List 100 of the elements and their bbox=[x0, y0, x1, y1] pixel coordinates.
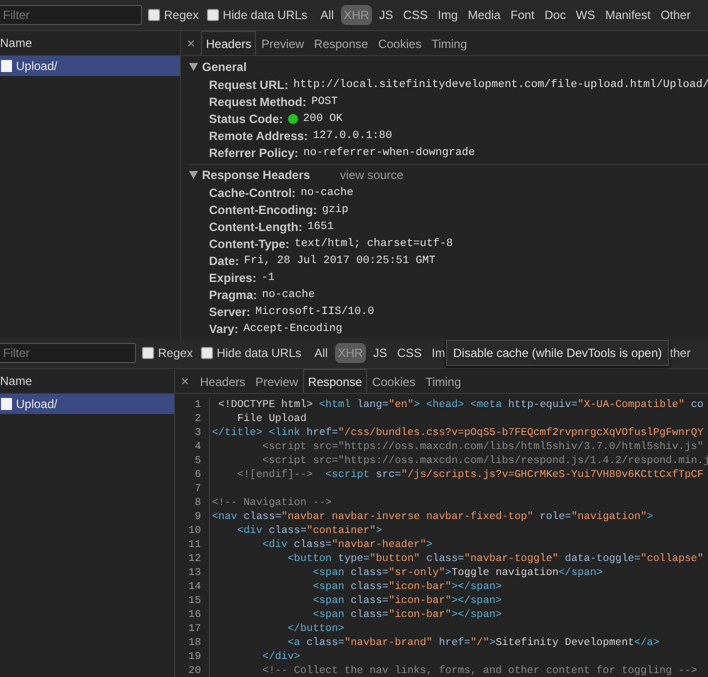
header-value: Accept-Encoding bbox=[243, 322, 342, 334]
header-name: Content-Length: bbox=[209, 220, 302, 234]
line-number: 15 bbox=[175, 594, 210, 608]
header-name: Expires: bbox=[209, 270, 256, 284]
code-line: <span class="icon-bar"></span> bbox=[312, 594, 502, 608]
header-name: Referrer Policy: bbox=[209, 146, 298, 160]
type-filter-button[interactable]: CSS bbox=[394, 343, 425, 363]
code-line: <nav class="navbar navbar-inverse navbar-fixed-top" role="navigation"> bbox=[212, 510, 654, 524]
line-number: 19 bbox=[175, 650, 210, 664]
header-value: POST bbox=[311, 96, 338, 108]
tab[interactable]: Headers bbox=[195, 369, 250, 393]
line-number: 7 bbox=[175, 482, 210, 496]
line-number: 6 bbox=[175, 468, 210, 482]
line-number: 1 bbox=[175, 398, 210, 412]
type-filter-button[interactable]: JS bbox=[370, 343, 390, 363]
header-value: 200 OK bbox=[303, 112, 343, 124]
code-line: <button type="button" class="navbar-toggle" data-toggle="collapse" bbox=[286, 552, 704, 566]
tab[interactable]: Response bbox=[309, 31, 374, 55]
expanded-triangle-icon[interactable] bbox=[189, 63, 198, 71]
type-filter-button[interactable]: All bbox=[311, 343, 331, 363]
request-row[interactable]: Upload/ bbox=[0, 56, 180, 76]
tab[interactable]: Timing bbox=[426, 31, 472, 55]
line-number: 17 bbox=[175, 622, 210, 636]
code-line: <!-- Collect the nav links, forms, and other content for toggling --> bbox=[261, 664, 698, 677]
tooltip: Disable cache (while DevTools is open) bbox=[446, 340, 669, 366]
type-filter-button[interactable]: Doc bbox=[542, 5, 569, 25]
regex-checkbox[interactable]: Regex bbox=[148, 8, 199, 22]
regex-checkbox[interactable]: Regex bbox=[142, 346, 193, 360]
code-line: <span class="sr-only">Toggle navigation</span> bbox=[312, 566, 603, 580]
line-number: 16 bbox=[175, 608, 210, 622]
hide-data-urls-checkbox[interactable]: Hide data URLs bbox=[206, 8, 308, 22]
header-name: Date: bbox=[209, 254, 240, 268]
type-filter-button[interactable]: Im bbox=[428, 343, 448, 363]
code-line: <![endif]--> <script src="/js/scripts.js?v=GHCrMKeS-Yui7VH80v6KCttCxfTpCF bbox=[236, 468, 704, 482]
filter-field[interactable]: Filter bbox=[0, 5, 142, 25]
close-button[interactable]: × bbox=[175, 369, 195, 393]
line-number: 13 bbox=[175, 566, 210, 580]
tab[interactable]: Cookies bbox=[373, 31, 426, 55]
view-source-link[interactable]: view source bbox=[340, 168, 404, 182]
tab[interactable]: Cookies bbox=[367, 369, 420, 393]
type-filter-button[interactable]: Manifest bbox=[602, 5, 654, 25]
header-value: -1 bbox=[261, 272, 275, 284]
file-icon bbox=[1, 60, 12, 72]
code-line: <span class="icon-bar"></span> bbox=[312, 580, 502, 594]
tab[interactable]: Preview bbox=[250, 369, 304, 393]
type-filter-button[interactable]: Img bbox=[434, 5, 461, 25]
type-filter-button[interactable]: ther bbox=[666, 343, 694, 363]
type-filter-button[interactable]: WS bbox=[572, 5, 598, 25]
tab[interactable]: Timing bbox=[420, 369, 466, 393]
tab[interactable]: Response bbox=[303, 369, 368, 393]
header-value: Fri, 28 Jul 2017 00:25:51 GMT bbox=[244, 254, 436, 266]
header-name: Request Method: bbox=[209, 94, 306, 108]
code-line: <span class="icon-bar"></span> bbox=[312, 608, 502, 622]
filter-field[interactable]: Filter bbox=[0, 343, 136, 363]
line-number: 9 bbox=[175, 510, 210, 524]
hide-data-urls-checkbox[interactable]: Hide data URLs bbox=[200, 346, 302, 360]
status-dot-icon bbox=[288, 114, 298, 124]
code-line: <a class="navbar-brand" href="/">Sitefinity Development</a> bbox=[286, 636, 660, 650]
header-name: Content-Encoding: bbox=[209, 202, 317, 216]
section-title[interactable]: Response Headers bbox=[202, 168, 310, 182]
line-number: 4 bbox=[175, 440, 210, 454]
header-value: no-cache bbox=[300, 186, 354, 198]
code-line: <!-- Navigation --> bbox=[212, 496, 332, 510]
header-value: 127.0.0.1:80 bbox=[312, 130, 392, 142]
line-number: 20 bbox=[175, 664, 210, 677]
header-name: Status Code: bbox=[209, 112, 284, 126]
line-number: 3 bbox=[175, 426, 210, 440]
code-line: </title> <link href="/css/bundles.css?v=pOqS5-b7FEQcmf2rvpnrgcXqVOfuslPgFwnrQY bbox=[212, 426, 704, 440]
type-filter-button[interactable]: Font bbox=[508, 5, 538, 25]
type-filter-button[interactable]: CSS bbox=[400, 5, 431, 25]
code-line: <script src="https://oss.maxcdn.com/libs/respond.js/1.4.2/respond.min.j bbox=[261, 454, 708, 468]
line-number: 2 bbox=[175, 412, 210, 426]
header-name: Cache-Control: bbox=[209, 186, 296, 200]
tab[interactable]: Headers bbox=[201, 31, 256, 55]
line-number: 10 bbox=[175, 524, 210, 538]
code-line: <div class="container"> bbox=[236, 524, 382, 538]
code-line: <div class="navbar-header"> bbox=[261, 538, 433, 552]
type-filter-button[interactable]: All bbox=[317, 5, 337, 25]
type-filter-button[interactable]: Media bbox=[464, 5, 504, 25]
line-number: 12 bbox=[175, 552, 210, 566]
header-value: no-referrer-when-downgrade bbox=[303, 146, 476, 158]
section-title[interactable]: General bbox=[202, 60, 247, 74]
type-filter-button[interactable]: Other bbox=[658, 5, 694, 25]
header-name: Vary: bbox=[209, 322, 238, 336]
header-value: text/html; charset=utf-8 bbox=[294, 238, 453, 250]
line-number: 14 bbox=[175, 580, 210, 594]
close-button[interactable]: × bbox=[181, 31, 201, 55]
header-name: Server: bbox=[209, 304, 250, 318]
type-filter-button[interactable]: JS bbox=[376, 5, 396, 25]
code-line: <script src="https://oss.maxcdn.com/libs/html5shiv/3.7.0/html5shiv.js" bbox=[261, 440, 704, 454]
tab[interactable]: Preview bbox=[256, 31, 310, 55]
expanded-triangle-icon[interactable] bbox=[189, 171, 198, 179]
header-name: Content-Type: bbox=[209, 236, 290, 250]
header-name: Remote Address: bbox=[209, 128, 308, 142]
request-row[interactable]: Upload/ bbox=[0, 394, 174, 414]
header-name: Request URL: bbox=[209, 78, 288, 92]
code-line: </div> bbox=[261, 650, 300, 664]
header-value: Microsoft-IIS/10.0 bbox=[255, 306, 374, 318]
header-value: gzip bbox=[322, 204, 348, 216]
line-number: 18 bbox=[175, 636, 210, 650]
